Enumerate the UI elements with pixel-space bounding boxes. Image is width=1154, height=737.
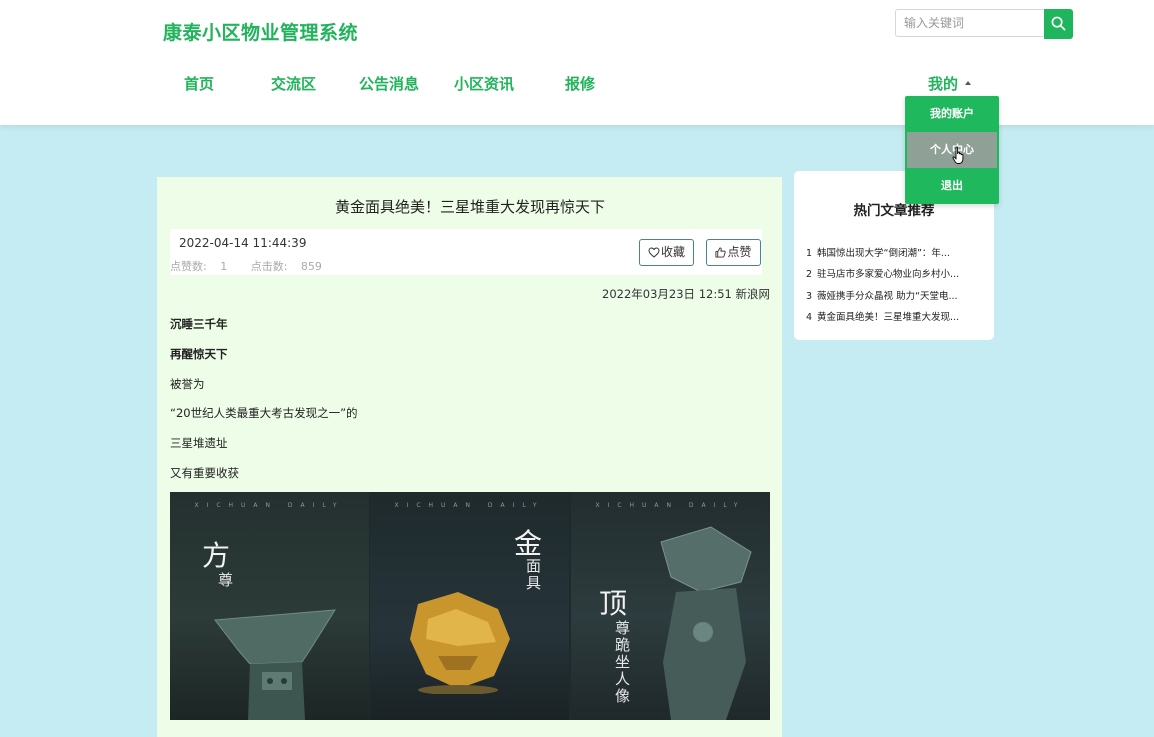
thumbs-up-icon — [715, 247, 727, 258]
hot-article-item[interactable]: 4 黄金面具绝美！三星堆重大发现... — [806, 309, 982, 323]
article-paragraph: 被誉为 — [170, 377, 205, 391]
panel-big-char: 顶 — [599, 587, 628, 620]
search-icon — [1051, 16, 1066, 31]
nav-forum[interactable]: 交流区 — [271, 73, 316, 94]
image-panel: XICHUAN DAILY 方 尊 — [170, 492, 369, 720]
like-label: 点赞 — [727, 245, 752, 259]
image-panel: XICHUAN DAILY 金 面具 — [370, 492, 569, 720]
article-datetime: 2022-04-14 11:44:39 — [179, 236, 307, 250]
nav-repair[interactable]: 报修 — [565, 73, 595, 94]
panel-big-char: 金 — [514, 527, 543, 560]
article-counts: 点赞数: 1 点击数: 859 — [170, 258, 342, 274]
article-image: XICHUAN DAILY 方 尊 XICHUAN DAILY 金 面具 XIC… — [170, 492, 770, 720]
article-paragraph: “20世纪人类最重大考古发现之一”的 — [170, 406, 358, 420]
search-bar — [895, 9, 1073, 39]
nav-home[interactable]: 首页 — [184, 73, 214, 94]
dropdown-my-account[interactable]: 我的账户 — [905, 96, 999, 132]
panel-small-text: 面具 — [526, 557, 542, 592]
hot-article-item[interactable]: 3 薇娅携手分众晶视 助力“天堂电... — [806, 288, 982, 302]
caret-up-icon — [965, 80, 972, 85]
likes-count: 点赞数: 1 — [170, 260, 228, 273]
favorite-button[interactable]: 收藏 — [639, 239, 694, 266]
panel-header-text: XICHUAN DAILY — [394, 502, 545, 509]
image-panel: XICHUAN DAILY 顶 尊跪坐人像 — [571, 492, 770, 720]
nav-community-news[interactable]: 小区资讯 — [454, 73, 514, 94]
article-source: 2022年03月23日 12:51 新浪网 — [602, 287, 770, 301]
clicks-count: 点击数: 859 — [250, 260, 322, 273]
hand-cursor-icon — [952, 146, 964, 164]
hot-article-item[interactable]: 2 驻马店市多家爱心物业向乡村小... — [806, 266, 982, 280]
bronze-statue-illustration — [660, 526, 752, 720]
like-button[interactable]: 点赞 — [706, 239, 761, 266]
article-paragraph: 又有重要收获 — [170, 466, 239, 480]
nav-account-label: 我的 — [928, 75, 959, 93]
heart-icon — [648, 247, 660, 258]
nav-account-menu[interactable]: 我的 — [928, 73, 972, 94]
panel-small-text: 尊跪坐人像 — [615, 619, 631, 705]
search-input[interactable] — [895, 9, 1043, 37]
hot-article-item[interactable]: 1 韩国惊出现大学“倒闭潮”：年... — [806, 245, 982, 259]
gold-mask-illustration — [410, 592, 510, 694]
panel-big-char: 方 — [202, 539, 231, 572]
site-title[interactable]: 康泰小区物业管理系统 — [163, 18, 358, 45]
article-paragraph: 沉睡三千年 — [170, 317, 228, 331]
search-button[interactable] — [1044, 9, 1073, 39]
article-meta: 2022-04-14 11:44:39 点赞数: 1 点击数: 859 收藏 点… — [170, 229, 762, 275]
panel-header-text: XICHUAN DAILY — [595, 502, 746, 509]
article-paragraph: 三星堆遗址 — [170, 436, 228, 450]
favorite-label: 收藏 — [660, 245, 685, 259]
panel-header-text: XICHUAN DAILY — [194, 502, 345, 509]
article-paragraph: 再醒惊天下 — [170, 347, 228, 361]
panel-small-text: 尊 — [218, 571, 234, 589]
nav-announcements[interactable]: 公告消息 — [359, 73, 419, 94]
dropdown-logout[interactable]: 退出 — [905, 168, 999, 204]
bronze-vessel-illustration — [214, 609, 336, 720]
